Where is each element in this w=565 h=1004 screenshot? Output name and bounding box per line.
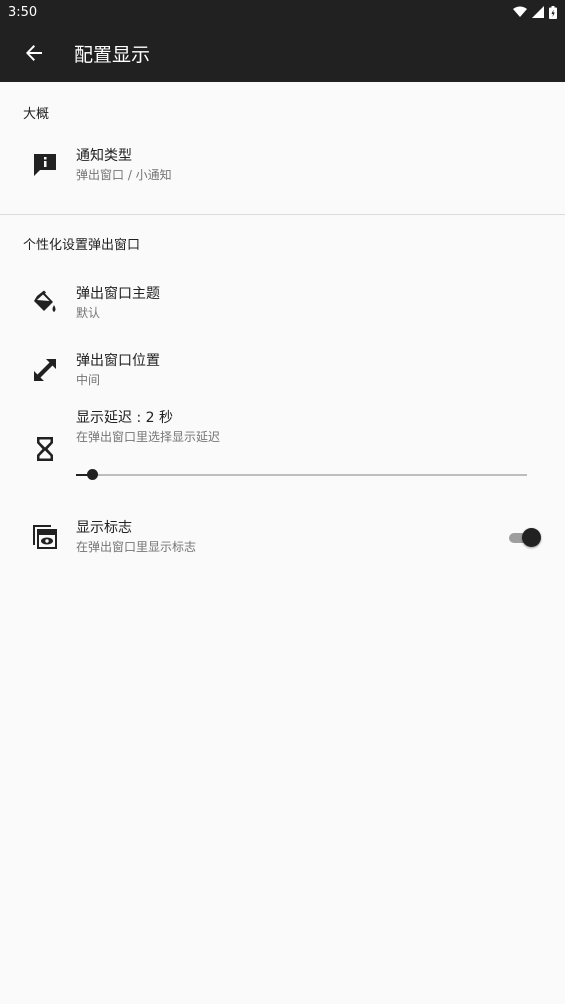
hourglass-icon — [30, 434, 60, 464]
pref-summary: 中间 — [76, 372, 101, 387]
pref-title: 显示延迟 : 2 秒 — [76, 410, 173, 426]
expand-arrows-icon — [30, 355, 60, 385]
wifi-icon — [513, 6, 527, 17]
pref-popup-position[interactable]: 弹出窗口位置 中间 — [0, 336, 565, 404]
status-time: 3:50 — [8, 4, 38, 20]
switch-thumb — [522, 528, 541, 547]
pref-title: 通知类型 — [76, 147, 132, 164]
delay-slider[interactable] — [76, 469, 527, 481]
paint-bucket-icon — [30, 288, 60, 318]
feedback-icon — [30, 150, 60, 180]
page-title: 配置显示 — [74, 43, 151, 66]
pref-title: 弹出窗口位置 — [76, 352, 160, 369]
battery-icon — [549, 5, 557, 19]
slider-track — [76, 474, 527, 476]
pref-summary: 在弹出窗口里显示标志 — [76, 539, 197, 554]
pref-summary: 默认 — [76, 305, 101, 320]
slider-thumb[interactable] — [87, 469, 98, 480]
pref-popup-theme[interactable]: 弹出窗口主题 默认 — [0, 270, 565, 336]
arrow-back-icon — [26, 45, 42, 61]
show-logo-switch[interactable] — [509, 527, 541, 547]
signal-icon — [532, 6, 544, 18]
app-toolbar: 配置显示 — [0, 24, 565, 82]
status-bar: 3:50 — [0, 0, 565, 24]
pref-display-delay: 显示延迟 : 2 秒 在弹出窗口里选择显示延迟 — [0, 404, 565, 504]
section-header-overview: 大概 — [23, 107, 50, 122]
pref-summary: 弹出窗口 / 小通知 — [76, 167, 172, 182]
pref-title: 弹出窗口主题 — [76, 285, 160, 302]
status-icons — [513, 5, 557, 19]
pref-show-logo[interactable]: 显示标志 在弹出窗口里显示标志 — [0, 506, 565, 568]
back-button[interactable] — [16, 35, 52, 71]
section-header-popup: 个性化设置弹出窗口 — [23, 238, 141, 253]
pref-title: 显示标志 — [76, 519, 132, 536]
pref-summary: 在弹出窗口里选择显示延迟 — [76, 430, 221, 444]
pref-notification-type[interactable]: 通知类型 弹出窗口 / 小通知 — [0, 131, 565, 199]
logo-preview-icon — [30, 522, 60, 552]
